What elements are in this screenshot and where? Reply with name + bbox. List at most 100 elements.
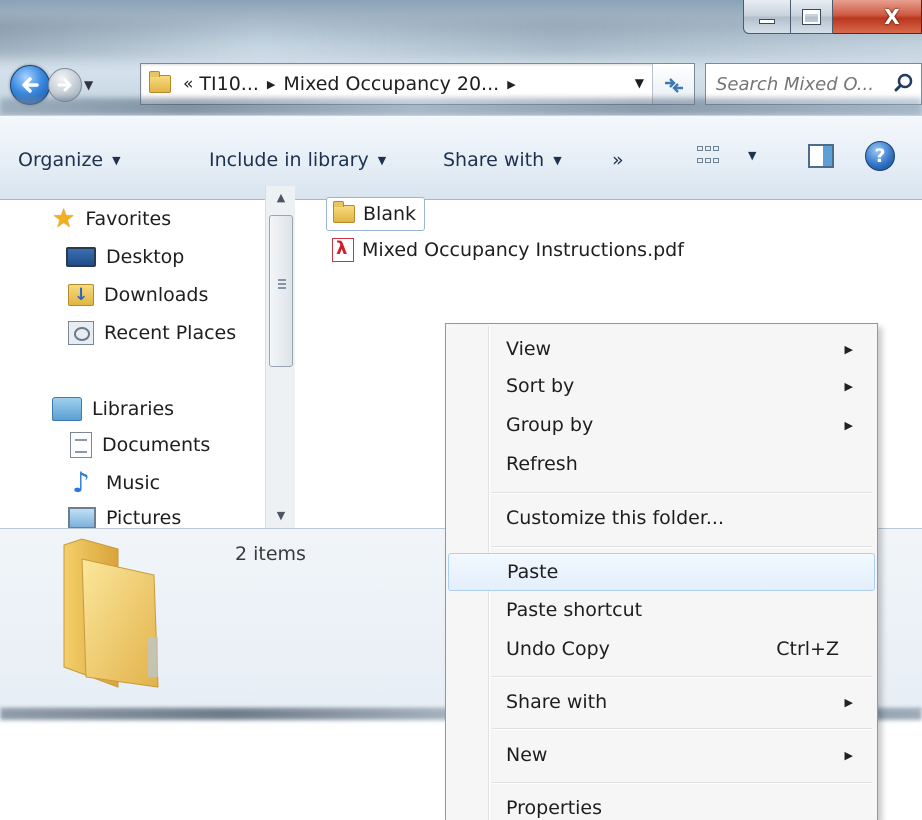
menu-item-paste[interactable]: Paste xyxy=(448,553,875,591)
menu-item-view[interactable]: View ▶ xyxy=(448,330,875,368)
nav-item-pictures[interactable]: Pictures xyxy=(68,507,181,528)
chevron-down-icon: ▼ xyxy=(377,153,387,167)
forward-button[interactable] xyxy=(48,68,82,102)
include-in-library-label: Include in library xyxy=(209,149,369,171)
menu-item-group-by[interactable]: Group by ▶ xyxy=(448,406,875,444)
breadcrumb: TI10... ▶ Mixed Occupancy 20... ▶ xyxy=(199,73,523,95)
menu-separator xyxy=(492,782,872,784)
more-commands-label: » xyxy=(612,149,624,171)
menu-item-new[interactable]: New ▶ xyxy=(448,736,875,774)
nav-item-label: Desktop xyxy=(106,246,185,268)
search-icon xyxy=(894,73,913,92)
nav-item-label: Downloads xyxy=(104,284,209,306)
menu-item-label: Undo Copy xyxy=(506,638,610,660)
back-arrow-icon xyxy=(22,77,39,93)
music-note-icon: ♪ xyxy=(72,466,90,499)
command-bar: Organize ▼ Include in library ▼ Share with… xyxy=(0,115,922,200)
maximize-button[interactable] xyxy=(791,0,833,34)
breadcrumb-separator[interactable]: ▶ xyxy=(507,78,515,91)
nav-item-recent-places[interactable]: Recent Places xyxy=(68,321,236,345)
chevron-down-icon: ▼ xyxy=(748,149,757,162)
include-in-library-menu[interactable]: Include in library ▼ xyxy=(209,149,386,171)
close-icon: X xyxy=(884,4,900,29)
navigation-scrollbar[interactable]: ▲ ▼ xyxy=(265,186,295,528)
submenu-arrow-icon: ▶ xyxy=(844,418,853,432)
menu-separator xyxy=(492,676,872,678)
scrollbar-thumb[interactable] xyxy=(269,215,293,367)
keyboard-shortcut: Ctrl+Z xyxy=(776,638,839,660)
scroll-up-icon[interactable]: ▲ xyxy=(266,186,296,210)
chevron-down-icon: ▼ xyxy=(553,153,562,167)
address-dropdown[interactable]: ▼ xyxy=(635,76,644,90)
nav-item-libraries[interactable]: Libraries xyxy=(52,397,174,421)
folder-icon xyxy=(333,201,355,223)
context-menu: View ▶ Sort by ▶ Group by ▶ Refresh Cust… xyxy=(445,323,878,820)
nav-item-favorites[interactable]: ★ Favorites xyxy=(52,206,171,232)
search-input[interactable] xyxy=(716,73,886,95)
share-with-label: Share with xyxy=(443,149,545,171)
organize-menu[interactable]: Organize ▼ xyxy=(18,149,121,171)
recent-pages-dropdown[interactable]: ▼ xyxy=(84,78,93,92)
preview-pane-icon[interactable] xyxy=(808,144,834,168)
menu-item-label: Paste xyxy=(507,561,559,583)
nav-item-label: Recent Places xyxy=(104,322,237,344)
items-count: 2 items xyxy=(235,543,306,565)
file-name: Mixed Occupancy Instructions.pdf xyxy=(362,239,684,261)
menu-item-refresh[interactable]: Refresh xyxy=(448,445,875,483)
nav-item-label: Music xyxy=(106,472,161,494)
menu-item-customize-folder[interactable]: Customize this folder... xyxy=(448,499,875,537)
menu-item-label: Refresh xyxy=(506,453,578,475)
organize-label: Organize xyxy=(18,149,104,171)
menu-item-undo-copy[interactable]: Undo Copy Ctrl+Z xyxy=(448,630,875,668)
large-folder-icon xyxy=(63,538,159,688)
menu-separator xyxy=(492,492,872,494)
menu-separator xyxy=(492,728,872,730)
breadcrumb-item-mixed-occupancy[interactable]: Mixed Occupancy 20... xyxy=(283,73,499,95)
submenu-arrow-icon: ▶ xyxy=(844,748,853,762)
address-bar[interactable]: « TI10... ▶ Mixed Occupancy 20... ▶ ▼ xyxy=(140,63,695,105)
menu-item-label: Share with xyxy=(506,691,608,713)
nav-item-label: Documents xyxy=(102,434,211,456)
search-box[interactable] xyxy=(705,63,922,105)
nav-item-desktop[interactable]: Desktop xyxy=(66,246,184,268)
help-icon[interactable]: ? xyxy=(865,141,895,171)
menu-item-sort-by[interactable]: Sort by ▶ xyxy=(448,367,875,405)
breadcrumb-item-ti10[interactable]: TI10... xyxy=(199,73,259,95)
folder-icon xyxy=(149,71,171,93)
window-titlebar: X ▼ « TI10... ▶ Mixed Occupancy 20... ▶ … xyxy=(0,0,922,115)
menu-item-share-with[interactable]: Share with ▶ xyxy=(448,683,875,721)
window-controls: X xyxy=(743,0,922,34)
breadcrumb-separator[interactable]: ▶ xyxy=(267,78,275,91)
more-commands-button[interactable]: » xyxy=(612,149,624,171)
file-item-blank-folder[interactable]: Blank xyxy=(326,197,426,231)
file-item-pdf[interactable]: Mixed Occupancy Instructions.pdf xyxy=(332,238,684,262)
submenu-arrow-icon: ▶ xyxy=(844,342,853,356)
menu-item-paste-shortcut[interactable]: Paste shortcut xyxy=(448,591,875,629)
pictures-icon xyxy=(68,507,96,528)
nav-item-music[interactable]: ♪ Music xyxy=(72,469,160,497)
minimize-button[interactable] xyxy=(743,0,791,34)
desktop-icon xyxy=(66,247,96,267)
submenu-arrow-icon: ▶ xyxy=(844,695,853,709)
menu-item-label: Group by xyxy=(506,414,594,436)
minimize-icon xyxy=(759,19,775,24)
nav-item-label: Libraries xyxy=(92,398,175,420)
menu-item-label: Sort by xyxy=(506,375,575,397)
forward-arrow-icon xyxy=(57,78,72,92)
menu-item-properties[interactable]: Properties xyxy=(448,789,875,820)
close-button[interactable]: X xyxy=(833,0,922,34)
refresh-button[interactable] xyxy=(652,64,694,104)
refresh-icon xyxy=(664,78,683,93)
change-view-icon[interactable] xyxy=(697,146,721,168)
pdf-file-icon xyxy=(332,238,354,262)
chevron-down-icon: ▼ xyxy=(112,153,121,167)
nav-item-documents[interactable]: Documents xyxy=(70,432,210,458)
share-with-menu[interactable]: Share with ▼ xyxy=(443,149,562,171)
menu-item-label: Paste shortcut xyxy=(506,599,643,621)
scroll-down-icon[interactable]: ▼ xyxy=(266,504,296,528)
nav-item-label: Pictures xyxy=(106,507,182,528)
back-button[interactable] xyxy=(10,65,50,105)
address-overflow-chevron[interactable]: « xyxy=(183,74,194,94)
view-options-dropdown[interactable]: ▼ xyxy=(739,149,756,162)
nav-item-downloads[interactable]: Downloads xyxy=(68,284,208,306)
